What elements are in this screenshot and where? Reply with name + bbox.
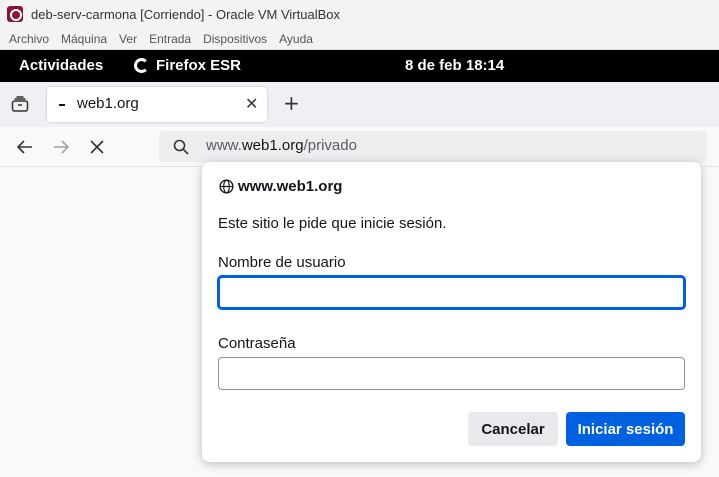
dialog-site-name: www.web1.org	[238, 178, 343, 195]
vbox-window-title: deb-serv-carmona [Corriendo] - Oracle VM…	[31, 6, 340, 22]
tab-strip: web1.org ✕ +	[0, 82, 719, 127]
url-path: /privado	[303, 137, 357, 154]
url-prefix: www.	[206, 137, 242, 154]
url-host: web1.org	[241, 137, 304, 154]
clock[interactable]: 8 de feb 18:14	[405, 57, 504, 74]
vbox-menu-bar: Archivo Máquina Ver Entrada Dispositivos…	[0, 28, 719, 50]
vbox-menu-entrada[interactable]: Entrada	[149, 32, 191, 46]
list-all-tabs-icon[interactable]	[11, 96, 29, 112]
virtualbox-app-icon	[7, 6, 23, 22]
dialog-message: Este sitio le pide que inicie sesión.	[218, 215, 447, 232]
vbox-menu-dispositivos[interactable]: Dispositivos	[203, 32, 267, 46]
close-tab-icon[interactable]: ✕	[245, 94, 258, 113]
username-label: Nombre de usuario	[218, 254, 346, 271]
vbox-menu-ver[interactable]: Ver	[119, 32, 137, 46]
new-tab-button[interactable]: +	[283, 91, 300, 115]
url-bar[interactable]: www.web1.org/privado	[159, 131, 707, 162]
password-label: Contraseña	[218, 335, 296, 352]
app-menu-button[interactable]: Firefox ESR	[134, 57, 241, 74]
tab-title: web1.org	[77, 95, 139, 112]
vbox-menu-ayuda[interactable]: Ayuda	[279, 32, 313, 46]
gnome-top-bar: Actividades Firefox ESR 8 de feb 18:14	[0, 50, 719, 82]
vbox-menu-maquina[interactable]: Máquina	[61, 32, 107, 46]
search-icon	[173, 139, 189, 155]
navigation-toolbar: www.web1.org/privado	[0, 127, 719, 167]
firefox-icon	[134, 58, 149, 73]
forward-arrow-icon[interactable]	[51, 137, 71, 157]
cancel-button[interactable]: Cancelar	[468, 412, 558, 446]
tab-web1[interactable]: web1.org ✕	[47, 87, 267, 122]
sign-in-button[interactable]: Iniciar sesión	[566, 412, 685, 446]
url-text: www.web1.org/privado	[206, 137, 357, 154]
vbox-title-bar: deb-serv-carmona [Corriendo] - Oracle VM…	[0, 0, 719, 28]
loading-favicon-icon	[59, 104, 65, 106]
app-menu-label: Firefox ESR	[156, 57, 242, 74]
username-input[interactable]	[218, 276, 685, 309]
vbox-menu-archivo[interactable]: Archivo	[9, 32, 49, 46]
password-input[interactable]	[218, 357, 685, 390]
globe-icon	[219, 179, 234, 194]
back-arrow-icon[interactable]	[15, 137, 35, 157]
activities-button[interactable]: Actividades	[19, 57, 103, 74]
auth-dialog: www.web1.org Este sitio le pide que inic…	[202, 162, 701, 462]
stop-loading-icon[interactable]	[87, 137, 107, 157]
